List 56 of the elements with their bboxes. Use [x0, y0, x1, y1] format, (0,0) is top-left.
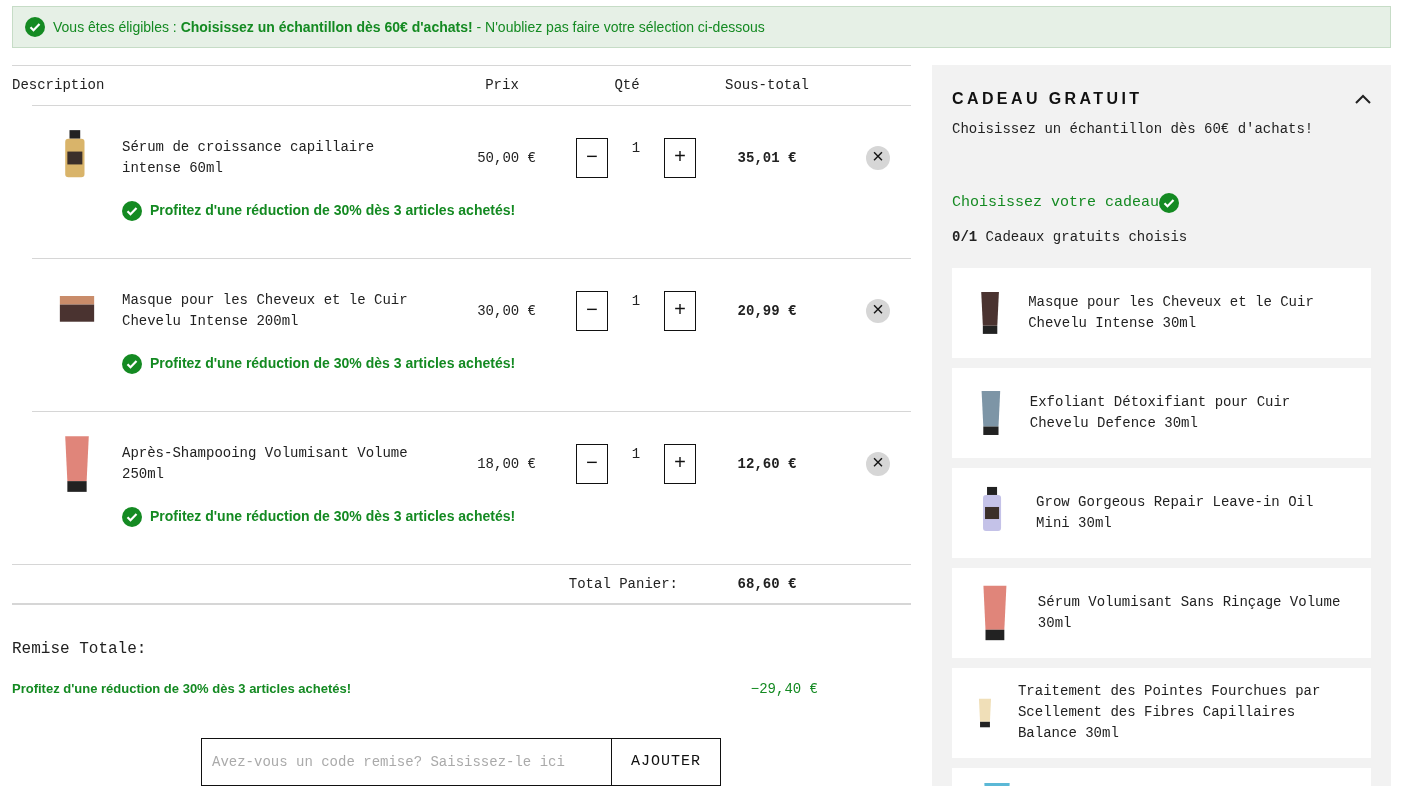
- remove-button[interactable]: ×: [866, 146, 890, 170]
- product-name: Après-Shampooing Volumisant Volume 250ml: [122, 444, 409, 484]
- column-header: Description: [12, 76, 106, 95]
- quantity-value: 1: [630, 139, 642, 158]
- quantity-value: 1: [630, 292, 642, 311]
- increase-button[interactable]: +: [664, 291, 696, 331]
- gift-name: Sérum Volumisant Sans Rinçage Volume 30ml: [1037, 592, 1342, 633]
- decrease-button[interactable]: −: [576, 444, 608, 484]
- decrease-button[interactable]: −: [576, 138, 608, 178]
- gift-card[interactable]: Grow Gorgeous Repair Leave-in Oil Mini 30ml: [952, 467, 1371, 558]
- total-value: 68,60 €: [736, 574, 798, 594]
- product-name: Masque pour les Cheveux et le Cuir Chevelu Intense 200ml: [122, 291, 409, 331]
- promo-text: Profitez d'une réduction de 30% dès 3 articles achetés!: [150, 201, 516, 220]
- quantity-value: 1: [630, 445, 642, 464]
- gift-card[interactable]: Sérum Volumisant Sans Rinçage Volume 30ml: [952, 567, 1371, 658]
- check-circle-icon: [1159, 193, 1180, 214]
- product-subtotal: 35,01 €: [736, 148, 798, 168]
- remove-button[interactable]: ×: [866, 452, 890, 476]
- column-header: Sous-total: [724, 76, 810, 95]
- remove-button[interactable]: ×: [866, 299, 890, 323]
- gift-card[interactable]: Traitement des Pointes Fourchues par Scellement des Fibres Capillaires Balance 30ml: [952, 667, 1371, 758]
- product-price: 30,00 €: [476, 301, 537, 321]
- gift-count: 0/1 Cadeaux gratuits choisis: [952, 227, 1189, 247]
- column-header: Qté: [613, 76, 641, 95]
- panel-title: CADEAU GRATUIT: [952, 89, 1143, 109]
- panel-subtitle: Choisissez un échantillon dès 60€ d'achats!: [952, 120, 1315, 139]
- gift-name: Masque pour les Cheveux et le Cuir Chevelu Intense 30ml: [1028, 292, 1315, 333]
- chevron-icon[interactable]: [1355, 94, 1371, 104]
- product-price: 18,00 €: [476, 454, 537, 474]
- product-subtotal: 20,99 €: [736, 301, 798, 321]
- decrease-button[interactable]: −: [576, 291, 608, 331]
- choose-gift-label: Choisissez votre cadeau: [952, 193, 1160, 213]
- add-coupon-button[interactable]: AJOUTER: [611, 738, 721, 786]
- gift-name: Exfoliant Détoxifiant pour Cuir Chevelu Defence 30ml: [1029, 392, 1292, 433]
- gift-name: Traitement des Pointes Fourchues par Scellement des Fibres Capillaires Balance 30ml: [1017, 682, 1322, 743]
- total-label: Total Panier:: [567, 574, 679, 594]
- discount-label: Profitez d'une réduction de 30% dès 3 articles achetés!: [12, 680, 352, 698]
- increase-button[interactable]: +: [664, 444, 696, 484]
- gift-card[interactable]: Masque pour les Cheveux et le Cuir Chevelu Intense 30ml: [952, 267, 1371, 358]
- discount-title: Remise Totale:: [12, 639, 148, 660]
- check-circle-icon: [25, 17, 45, 37]
- check-circle-icon: [122, 506, 142, 527]
- product-subtotal: 12,60 €: [736, 454, 798, 474]
- gift-name: Grow Gorgeous Repair Leave-in Oil Mini 30ml: [1036, 492, 1315, 533]
- banner-text: Vous êtes éligibles : Choisissez un échantillon dès 60€ d'achats! - N'oubliez pas faire votre sélection ci-dessous: [53, 17, 765, 37]
- discount-amount: −29,40 €: [750, 680, 818, 699]
- check-circle-icon: [122, 200, 142, 221]
- check-circle-icon: [122, 353, 142, 374]
- product-price: 50,00 €: [476, 148, 537, 168]
- promo-text: Profitez d'une réduction de 30% dès 3 articles achetés!: [150, 507, 516, 526]
- column-header: Prix: [484, 76, 520, 95]
- gift-card[interactable]: Exfoliant Détoxifiant pour Cuir Chevelu Defence 30ml: [952, 367, 1371, 458]
- increase-button[interactable]: +: [664, 138, 696, 178]
- promo-text: Profitez d'une réduction de 30% dès 3 articles achetés!: [150, 354, 516, 373]
- coupon-field[interactable]: Avez-vous un code remise? Saisissez-le ici: [201, 738, 611, 786]
- product-name: Sérum de croissance capillaire intense 60ml: [122, 138, 376, 178]
